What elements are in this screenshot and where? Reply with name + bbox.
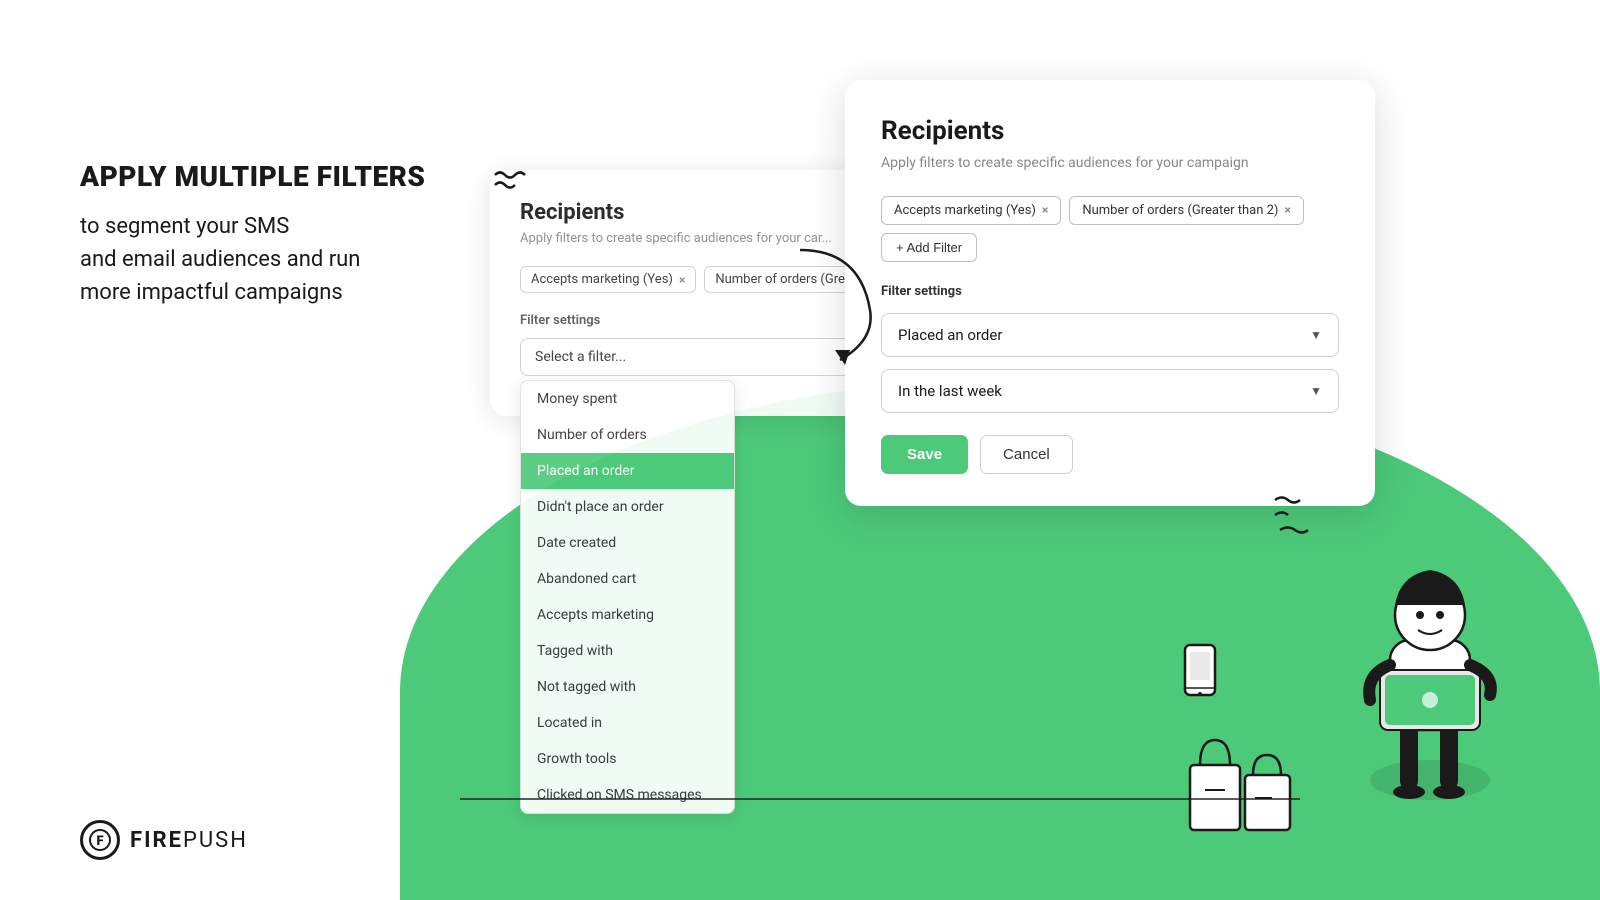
logo-icon: F xyxy=(80,820,120,860)
firepush-logo: F FIREPUSH xyxy=(80,820,248,860)
front-tag-1-remove[interactable]: × xyxy=(1042,203,1048,217)
svg-text:F: F xyxy=(96,834,103,849)
dropdown-item-located-in[interactable]: Located in xyxy=(521,705,734,741)
dropdown-item-clicked-sms[interactable]: Clicked on SMS messages xyxy=(521,777,734,813)
back-tag-1[interactable]: Accepts marketing (Yes) × xyxy=(520,266,696,293)
save-button[interactable]: Save xyxy=(881,435,968,474)
dropdown-item-not-tagged[interactable]: Not tagged with xyxy=(521,669,734,705)
left-content: APPLY MULTIPLE FILTERS to segment your S… xyxy=(80,160,425,309)
dropdown-item-abandoned-cart[interactable]: Abandoned cart xyxy=(521,561,734,597)
desc-line1: to segment your SMS xyxy=(80,214,289,239)
front-filter-select-2[interactable]: In the last week ▼ xyxy=(881,369,1339,413)
logo-text: FIREPUSH xyxy=(130,828,248,853)
dropdown-item-placed-order[interactable]: Placed an order xyxy=(521,453,734,489)
dropdown-item-accepts-marketing[interactable]: Accepts marketing xyxy=(521,597,734,633)
mobile-icon xyxy=(1180,640,1220,700)
dropdown-item-number-orders[interactable]: Number of orders xyxy=(521,417,734,453)
front-filter-settings-label: Filter settings xyxy=(881,284,1339,299)
dropdown-item-growth-tools[interactable]: Growth tools xyxy=(521,741,734,777)
front-button-row: Save Cancel xyxy=(881,435,1339,474)
back-tag-1-remove[interactable]: × xyxy=(679,273,685,287)
hero-desc: to segment your SMS and email audiences … xyxy=(80,210,425,309)
front-select-2-chevron: ▼ xyxy=(1310,384,1322,398)
front-card-subtitle: Apply filters to create specific audienc… xyxy=(881,154,1339,174)
shopping-bags xyxy=(1180,720,1300,840)
cancel-button[interactable]: Cancel xyxy=(980,435,1073,474)
dropdown-item-didnt-place[interactable]: Didn't place an order xyxy=(521,489,734,525)
front-select-1-chevron: ▼ xyxy=(1310,328,1322,342)
squiggle-illustration xyxy=(1270,490,1310,540)
front-tag-1[interactable]: Accepts marketing (Yes) × xyxy=(881,196,1061,225)
front-tag-2-remove[interactable]: × xyxy=(1284,203,1290,217)
hero-title: APPLY MULTIPLE FILTERS xyxy=(80,160,425,194)
dropdown-item-date-created[interactable]: Date created xyxy=(521,525,734,561)
arrow-decoration xyxy=(700,230,900,390)
dropdown-item-tagged-with[interactable]: Tagged with xyxy=(521,633,734,669)
squiggle-top xyxy=(490,170,530,200)
filter-dropdown-menu: Money spent Number of orders Placed an o… xyxy=(520,380,735,814)
front-recipients-card: Recipients Apply filters to create speci… xyxy=(845,80,1375,506)
front-tag-2[interactable]: Number of orders (Greater than 2) × xyxy=(1069,196,1304,225)
front-card-title: Recipients xyxy=(881,116,1339,146)
bottom-decorative-line xyxy=(460,798,1300,800)
desc-line2: and email audiences and run xyxy=(80,247,360,272)
desc-line3: more impactful campaigns xyxy=(80,280,343,305)
person-illustration xyxy=(1280,480,1580,840)
front-filter-tags: Accepts marketing (Yes) × Number of orde… xyxy=(881,196,1339,262)
front-filter-select-1[interactable]: Placed an order ▼ xyxy=(881,313,1339,357)
